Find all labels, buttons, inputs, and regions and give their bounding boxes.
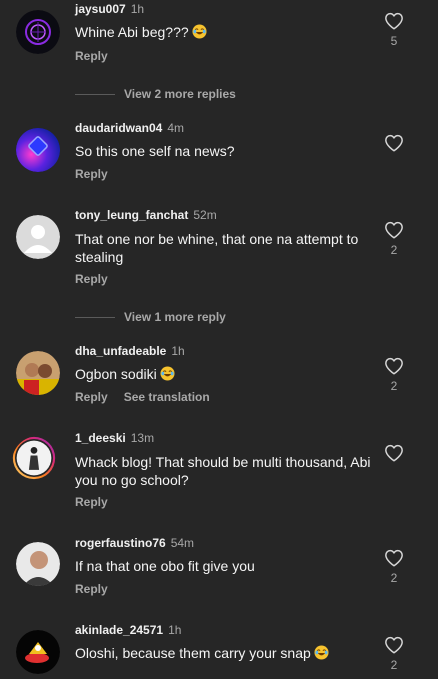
view-more-replies-label: View 2 more replies bbox=[124, 87, 236, 101]
comment-text: That one nor be whine, that one na attem… bbox=[75, 230, 375, 266]
heart-icon[interactable] bbox=[384, 549, 404, 567]
comment-meta: daudaridwan04 4m bbox=[75, 121, 184, 135]
avatar[interactable] bbox=[16, 10, 60, 54]
reply-button[interactable]: Reply bbox=[75, 49, 108, 63]
comment-username[interactable]: 1_deeski bbox=[75, 431, 126, 445]
like-count: 2 bbox=[390, 379, 398, 393]
comment-actions: Reply bbox=[75, 272, 108, 286]
heart-icon[interactable] bbox=[384, 357, 404, 375]
like-control: 5 bbox=[382, 12, 406, 48]
avatar-image bbox=[16, 351, 60, 395]
comment-username[interactable]: dha_unfadeable bbox=[75, 344, 166, 358]
comment-body: So this one self na news? bbox=[75, 143, 235, 159]
heart-icon[interactable] bbox=[384, 221, 404, 239]
comment-body: Whine Abi beg??? bbox=[75, 24, 189, 40]
view-more-replies-button[interactable]: View 2 more replies bbox=[75, 87, 236, 101]
heart-icon[interactable] bbox=[384, 444, 404, 462]
view-more-replies-button[interactable]: View 1 more reply bbox=[75, 310, 226, 324]
comment-meta: dha_unfadeable 1h bbox=[75, 344, 185, 358]
like-control bbox=[382, 134, 406, 156]
like-count: 2 bbox=[390, 243, 398, 257]
like-control: 2 bbox=[382, 636, 406, 672]
avatar[interactable] bbox=[16, 215, 60, 259]
comment-actions: Reply bbox=[75, 49, 108, 63]
reply-button[interactable]: Reply bbox=[75, 390, 108, 404]
heart-icon[interactable] bbox=[384, 12, 404, 30]
comment-username[interactable]: tony_leung_fanchat bbox=[75, 208, 188, 222]
comment-username[interactable]: akinlade_24571 bbox=[75, 623, 163, 637]
comment-meta: rogerfaustino76 54m bbox=[75, 536, 194, 550]
avatar[interactable] bbox=[16, 128, 60, 172]
comment-username[interactable]: rogerfaustino76 bbox=[75, 536, 166, 550]
comment-username[interactable]: jaysu007 bbox=[75, 2, 126, 16]
avatar[interactable] bbox=[16, 351, 60, 395]
like-control: 2 bbox=[382, 221, 406, 257]
comment-text: So this one self na news? bbox=[75, 142, 375, 160]
avatar-image bbox=[12, 436, 56, 480]
comment-timestamp: 13m bbox=[130, 431, 155, 445]
comment-timestamp: 1h bbox=[130, 2, 145, 16]
see-translation-button[interactable]: See translation bbox=[124, 390, 210, 404]
comment-meta: tony_leung_fanchat 52m bbox=[75, 208, 217, 222]
comment-text: If na that one obo fit give you bbox=[75, 557, 375, 575]
comment-actions: Reply bbox=[75, 582, 108, 596]
like-count: 5 bbox=[390, 34, 398, 48]
comment-actions: Reply bbox=[75, 167, 108, 181]
avatar-image bbox=[16, 542, 60, 586]
comment-meta: 1_deeski 13m bbox=[75, 431, 154, 445]
comment-timestamp: 1h bbox=[171, 344, 185, 358]
divider-line bbox=[75, 93, 115, 95]
comment-actions: Reply bbox=[75, 495, 108, 509]
heart-icon[interactable] bbox=[384, 636, 404, 654]
view-more-replies-label: View 1 more reply bbox=[124, 310, 226, 324]
reply-button[interactable]: Reply bbox=[75, 272, 108, 286]
comment-body: Whack blog! That should be multi thousan… bbox=[75, 454, 371, 488]
avatar[interactable] bbox=[16, 542, 60, 586]
comment-timestamp: 54m bbox=[170, 536, 195, 550]
reply-button[interactable]: Reply bbox=[75, 582, 108, 596]
avatar-image bbox=[16, 10, 60, 54]
avatar[interactable] bbox=[16, 630, 60, 674]
like-count: 2 bbox=[390, 658, 398, 672]
laughing-emoji-icon bbox=[160, 366, 175, 381]
divider-line bbox=[75, 316, 115, 318]
reply-button[interactable]: Reply bbox=[75, 167, 108, 181]
comment-body: If na that one obo fit give you bbox=[75, 558, 255, 574]
comment-body: Oloshi, because them carry your snap bbox=[75, 645, 311, 661]
like-control: 2 bbox=[382, 357, 406, 393]
like-control: 2 bbox=[382, 549, 406, 585]
avatar-image bbox=[16, 630, 60, 674]
like-count: 2 bbox=[390, 571, 398, 585]
comment-text: Whack blog! That should be multi thousan… bbox=[75, 453, 375, 489]
avatar-image bbox=[16, 128, 60, 172]
comment-meta: jaysu007 1h bbox=[75, 2, 144, 16]
reply-button[interactable]: Reply bbox=[75, 495, 108, 509]
comment-text: Ogbon sodiki bbox=[75, 365, 375, 383]
story-avatar[interactable] bbox=[12, 436, 64, 488]
laughing-emoji-icon bbox=[192, 24, 207, 39]
comment-timestamp: 4m bbox=[167, 121, 185, 135]
comment-timestamp: 52m bbox=[193, 208, 217, 222]
comment-meta: akinlade_24571 1h bbox=[75, 623, 181, 637]
default-avatar-icon bbox=[16, 215, 60, 259]
comment-text: Oloshi, because them carry your snap bbox=[75, 644, 375, 662]
comment-username[interactable]: daudaridwan04 bbox=[75, 121, 162, 135]
comment-body: That one nor be whine, that one na attem… bbox=[75, 231, 359, 265]
comment-actions: Reply See translation bbox=[75, 390, 210, 404]
heart-icon[interactable] bbox=[384, 134, 404, 152]
laughing-emoji-icon bbox=[314, 645, 329, 660]
comment-body: Ogbon sodiki bbox=[75, 366, 157, 382]
comment-timestamp: 1h bbox=[168, 623, 182, 637]
comment-text: Whine Abi beg??? bbox=[75, 23, 375, 41]
like-control bbox=[382, 444, 406, 466]
